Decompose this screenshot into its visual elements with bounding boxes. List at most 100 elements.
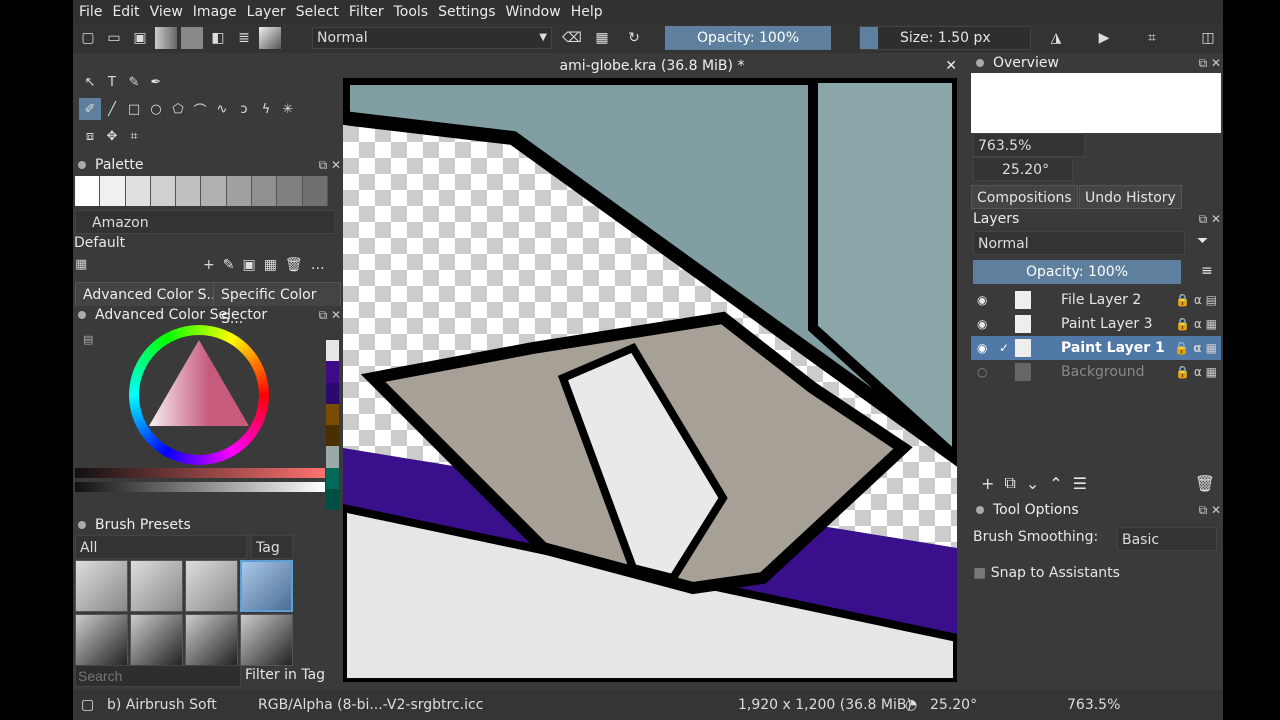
multibrush-icon[interactable]: ✳: [277, 98, 299, 120]
eraser-icon[interactable]: ⌫: [561, 27, 583, 49]
brush-preset[interactable]: [185, 614, 238, 666]
freehand-brush-icon[interactable]: ✐: [79, 98, 101, 120]
recent-color[interactable]: [326, 361, 339, 383]
swatch[interactable]: [277, 176, 303, 206]
snap-to-assistants-checkbox[interactable]: ■ Snap to Assistants: [973, 565, 1120, 581]
alpha-lock-icon[interactable]: ▦: [591, 27, 613, 49]
mirror-vertical-icon[interactable]: ▶: [1093, 27, 1115, 49]
menu-filter[interactable]: Filter: [349, 4, 384, 20]
eye-icon[interactable]: ◉: [977, 312, 987, 336]
add-layer-icon[interactable]: +: [981, 474, 994, 493]
fg-bg-color-icon[interactable]: ◧: [207, 27, 229, 49]
move-down-icon[interactable]: ⌄: [1026, 474, 1039, 493]
new-document-icon[interactable]: ▢: [77, 27, 99, 49]
reload-preset-icon[interactable]: ↻: [623, 27, 645, 49]
zoom-select[interactable]: 763.5%: [973, 133, 1085, 157]
pattern-icon[interactable]: [181, 27, 203, 49]
eye-off-icon[interactable]: ○: [977, 360, 987, 384]
select-shapes-icon[interactable]: ↖: [79, 71, 101, 93]
transform-tool-icon[interactable]: ⧈: [79, 125, 101, 147]
color-slider-value[interactable]: [75, 482, 325, 492]
document-tab[interactable]: ami-globe.kra (36.8 MiB) * ✕: [343, 54, 961, 78]
calligraphy-icon[interactable]: ✒: [145, 71, 167, 93]
workspace-icon[interactable]: ◫: [1197, 27, 1219, 49]
brush-preset-grid[interactable]: [75, 560, 293, 666]
brush-preset[interactable]: [130, 614, 183, 666]
menu-file[interactable]: File: [79, 4, 102, 20]
brush-smoothing-select[interactable]: Basic: [1117, 527, 1217, 551]
drawing-canvas[interactable]: [343, 78, 957, 682]
brush-filter-select[interactable]: All: [75, 535, 247, 559]
overview-thumbnail[interactable]: [971, 73, 1221, 133]
brush-preset[interactable]: [130, 560, 183, 612]
menu-icon[interactable]: ≡: [1201, 263, 1213, 279]
palette-swatches[interactable]: [75, 176, 328, 206]
layer-properties-icon[interactable]: ☰: [1073, 474, 1087, 493]
delete-layer-icon[interactable]: 🗑: [1195, 474, 1215, 493]
move-up-icon[interactable]: ⌃: [1049, 474, 1062, 493]
panel-buttons[interactable]: ⧉ ✕: [1199, 209, 1221, 229]
menu-image[interactable]: Image: [193, 4, 237, 20]
layer-opacity-slider[interactable]: Opacity: 100%: [973, 260, 1181, 284]
status-brush[interactable]: b) Airbrush Soft: [107, 690, 217, 720]
swatch[interactable]: [125, 176, 151, 206]
recent-color[interactable]: [326, 403, 339, 425]
recent-color[interactable]: [326, 488, 339, 510]
tab-specific-color-selector[interactable]: Specific Color S...: [213, 282, 341, 327]
tab-advanced-color-selector[interactable]: Advanced Color S...: [75, 282, 228, 306]
save-icon[interactable]: ▣: [129, 27, 151, 49]
eye-icon[interactable]: ◉: [977, 336, 987, 360]
swatch[interactable]: [252, 176, 278, 206]
edit-shapes-icon[interactable]: ✎: [123, 71, 145, 93]
duplicate-layer-icon[interactable]: ⧉: [1004, 473, 1015, 493]
polyline-tool-icon[interactable]: ⌒: [189, 98, 211, 120]
palette-actions[interactable]: +✎▣▦🗑…: [203, 257, 333, 273]
menu-tools[interactable]: Tools: [394, 4, 429, 20]
layer-row-selected[interactable]: ◉ ✓ Paint Layer 1 🔒 α ▦: [971, 336, 1221, 360]
layer-lock-icons[interactable]: 🔒 α ▦: [1174, 336, 1217, 360]
brush-preset-icon[interactable]: [259, 27, 281, 49]
ellipse-tool-icon[interactable]: ○: [145, 98, 167, 120]
opacity-slider[interactable]: Opacity: 100%: [665, 26, 831, 50]
palette-selector[interactable]: Amazon: [75, 210, 335, 234]
swatch[interactable]: [75, 176, 101, 206]
gradient-icon[interactable]: [155, 27, 177, 49]
panel-buttons[interactable]: ⧉ ✕: [1199, 53, 1221, 73]
recent-color[interactable]: [326, 467, 339, 489]
brush-search-input[interactable]: [75, 665, 241, 687]
brush-preset[interactable]: [75, 614, 128, 666]
open-document-icon[interactable]: ▭: [103, 27, 125, 49]
close-icon[interactable]: ✕: [945, 54, 957, 78]
filter-in-tag-checkbox[interactable]: Filter in Tag: [245, 667, 325, 683]
eye-icon[interactable]: ◉: [977, 288, 987, 312]
recent-color[interactable]: [326, 425, 339, 447]
brush-preset-selected[interactable]: [240, 560, 293, 612]
recent-colors[interactable]: [326, 340, 339, 510]
swatch[interactable]: [201, 176, 227, 206]
panel-buttons[interactable]: ⧉ ✕: [319, 305, 341, 325]
menu-help[interactable]: Help: [571, 4, 603, 20]
freehand-path-icon[interactable]: ↄ: [233, 98, 255, 120]
brush-preset[interactable]: [75, 560, 128, 612]
wrap-around-icon[interactable]: ⌗: [1141, 27, 1163, 49]
line-tool-icon[interactable]: ╱: [101, 98, 123, 120]
menu-view[interactable]: View: [150, 4, 183, 20]
layer-row[interactable]: ◉ File Layer 2 🔒 α ▤: [971, 288, 1221, 312]
bezier-tool-icon[interactable]: ∿: [211, 98, 233, 120]
menu-layer[interactable]: Layer: [247, 4, 286, 20]
crop-tool-icon[interactable]: ⌗: [123, 125, 145, 147]
polygon-tool-icon[interactable]: ⬠: [167, 98, 189, 120]
menu-settings[interactable]: Settings: [438, 4, 495, 20]
brush-preset[interactable]: [185, 560, 238, 612]
layer-blend-select[interactable]: Normal: [973, 231, 1185, 255]
mirror-horizontal-icon[interactable]: ◮: [1045, 27, 1067, 49]
tab-compositions[interactable]: Compositions: [971, 185, 1078, 209]
menu-window[interactable]: Window: [506, 4, 561, 20]
layer-lock-icons[interactable]: 🔒 α ▤: [1175, 288, 1217, 312]
swatch[interactable]: [176, 176, 202, 206]
check-icon[interactable]: ✓: [999, 336, 1009, 360]
layer-row[interactable]: ○ Background 🔒 α ▦: [971, 360, 1221, 384]
rectangle-tool-icon[interactable]: □: [123, 98, 145, 120]
color-slider-red[interactable]: [75, 468, 325, 478]
menu-edit[interactable]: Edit: [112, 4, 139, 20]
